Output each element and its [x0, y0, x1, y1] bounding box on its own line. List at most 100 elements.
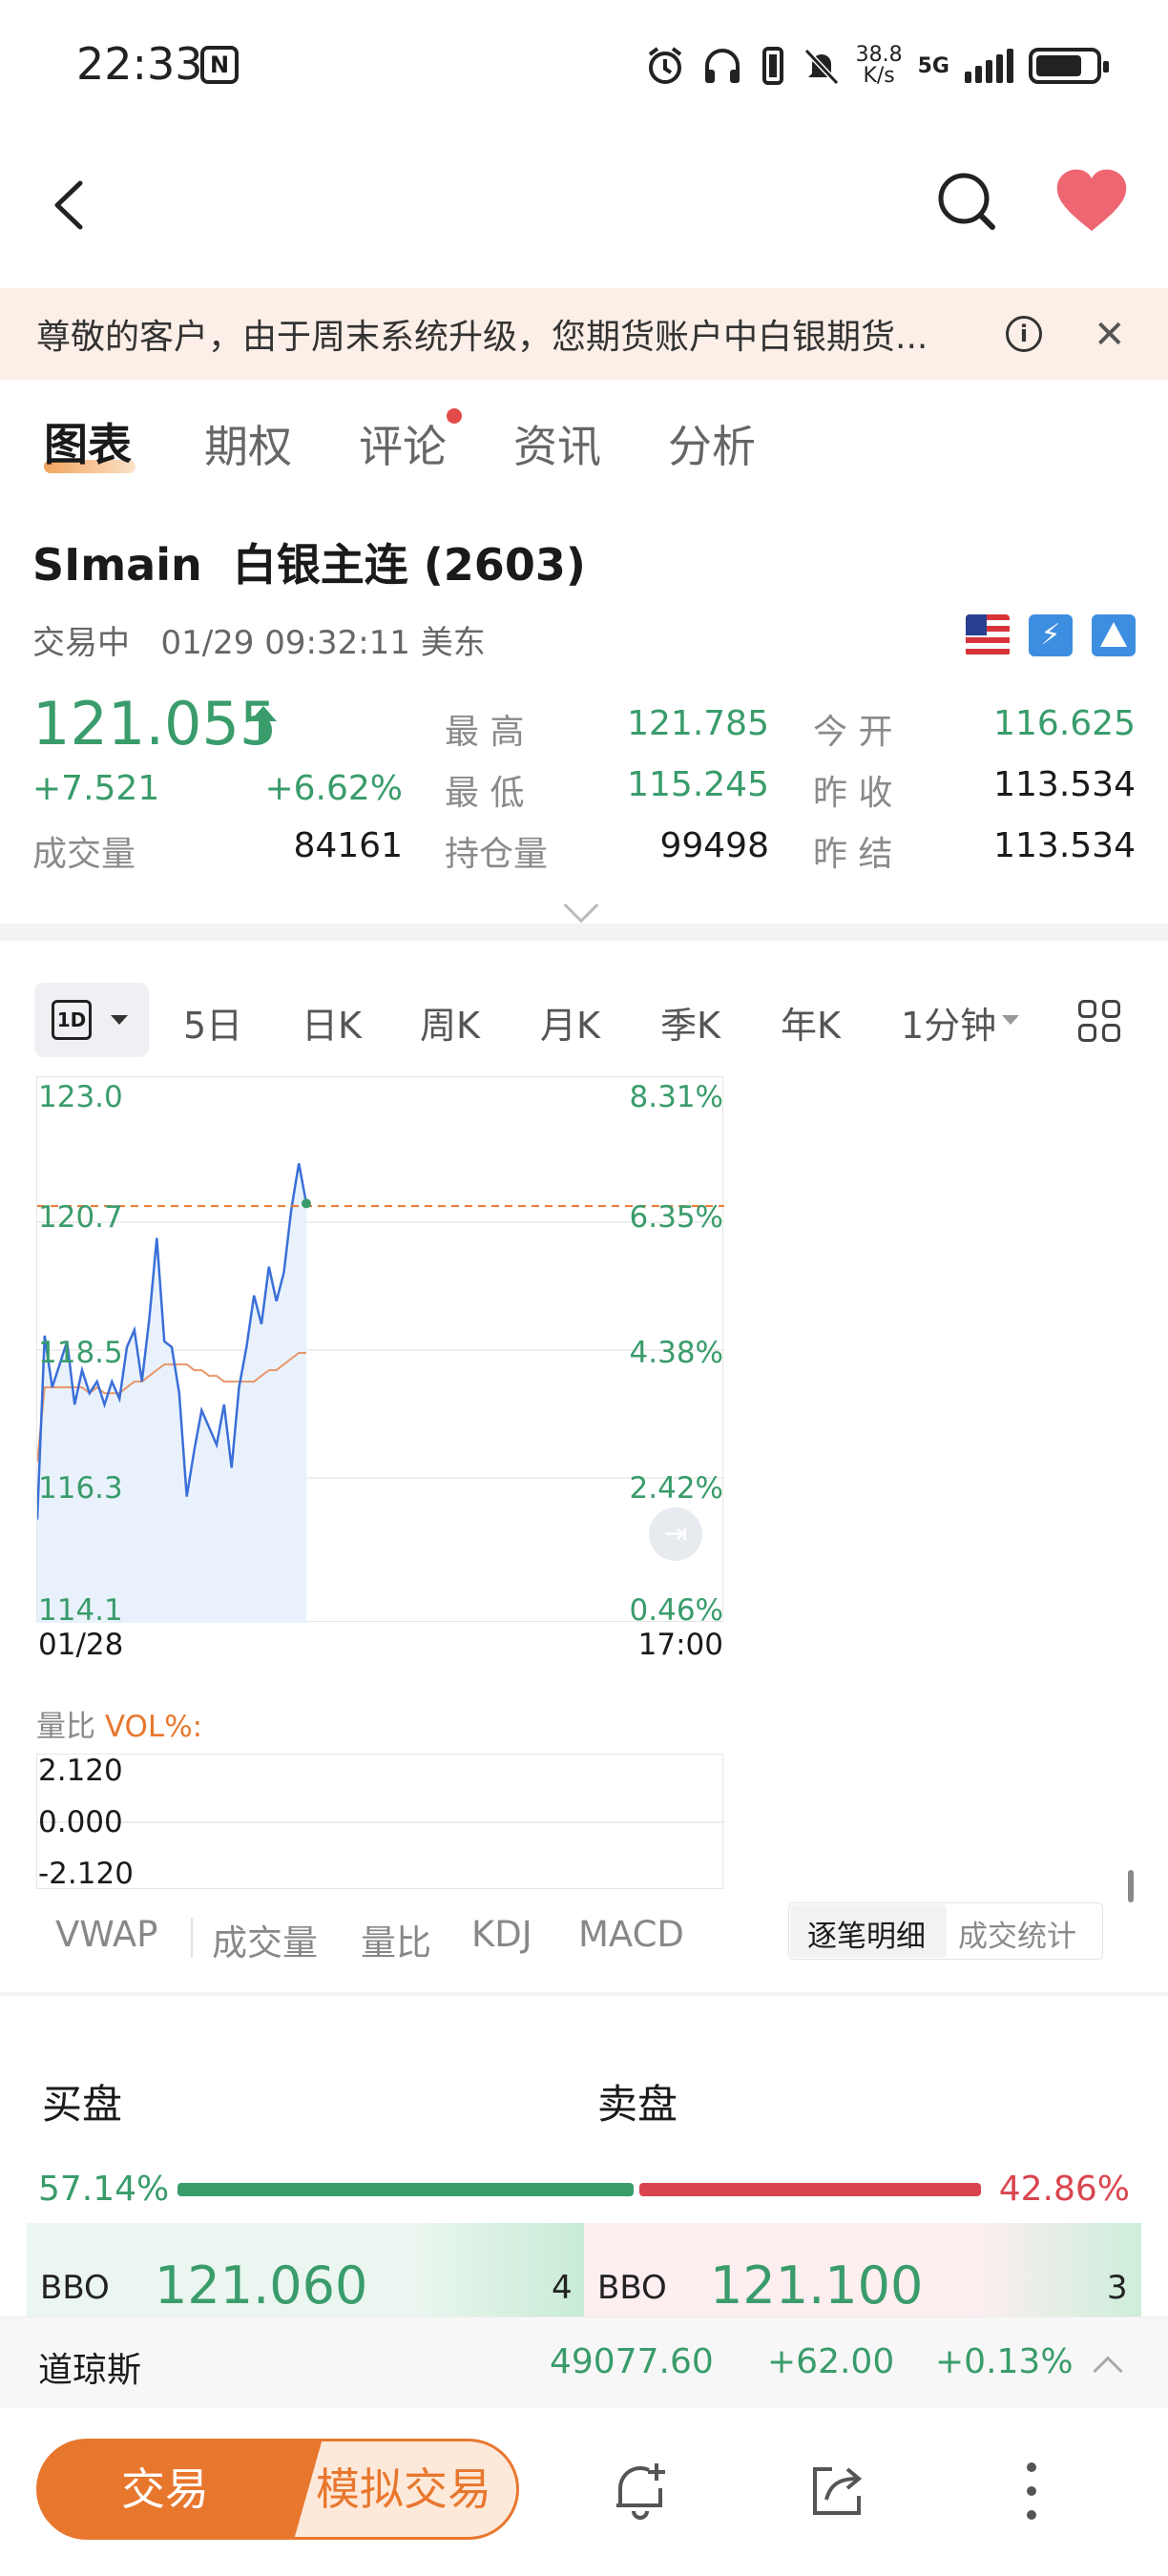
trade-ticks-list[interactable]: 09:32121.125109:32121.115209:32121.11010…	[750, 1067, 1132, 1887]
open-interest-label: 持仓量	[445, 835, 549, 874]
mute-icon	[803, 48, 839, 86]
high-value: 121.785	[627, 704, 769, 743]
headphones-icon	[704, 49, 740, 83]
indicator-volume[interactable]: 成交量	[212, 1914, 318, 1965]
scrollbar[interactable]	[1128, 1870, 1134, 1902]
tab-trade-stats[interactable]: 成交统计	[958, 1912, 1076, 1955]
grid-layout-icon[interactable]	[1078, 1000, 1120, 1042]
bid-strength-bar	[177, 2183, 634, 2196]
high-label: 最 高	[445, 713, 525, 752]
index-change: +62.00	[767, 2342, 895, 2381]
network-speed: 38.8 K/s	[855, 43, 903, 88]
indicator-vwap[interactable]: VWAP	[55, 1914, 158, 1955]
nfc-icon: N	[200, 46, 239, 84]
vibrate-icon	[761, 47, 783, 85]
bid-bbo-label: BBO	[40, 2269, 110, 2307]
lightning-icon: ⚡	[1029, 614, 1073, 656]
index-ticker[interactable]: 道琼斯 49077.60 +62.00 +0.13%	[0, 2316, 1168, 2408]
status-icons: 38.8 K/s 5G	[644, 42, 1109, 90]
prev-settle-value: 113.534	[993, 826, 1136, 865]
last-price-marker	[302, 1198, 311, 1209]
period-daily[interactable]: 日K	[302, 996, 362, 1049]
divider	[0, 924, 1168, 941]
low-label: 最 低	[445, 774, 525, 813]
trade-button[interactable]: 交易	[36, 2439, 323, 2540]
vol-tick-2: -2.120	[38, 1857, 134, 1891]
volume-value: 84161	[293, 826, 403, 865]
prev-close-label: 昨 收	[813, 774, 893, 813]
caret-down-icon	[1002, 1015, 1019, 1025]
ask-percent: 42.86%	[998, 2170, 1130, 2209]
expand-arrow-icon[interactable]: ⇥	[649, 1507, 702, 1561]
open-label: 今 开	[813, 713, 893, 752]
indicator-volume-ratio[interactable]: 量比	[361, 1914, 431, 1965]
open-value: 116.625	[993, 704, 1136, 743]
period-5d[interactable]: 5日	[183, 996, 242, 1049]
open-interest-value: 99498	[659, 826, 769, 865]
calendar-1d-icon: 1D	[52, 1000, 92, 1040]
arrow-up-icon	[250, 706, 277, 740]
volume-label: 成交量	[32, 835, 136, 874]
bell-plus-icon[interactable]	[607, 2458, 674, 2524]
tab-analysis[interactable]: 分析	[668, 412, 756, 475]
period-1d-selector[interactable]: 1D	[34, 983, 149, 1057]
status-bar: 22:33 N 38.8 K/s 5G	[0, 0, 1168, 134]
battery-icon	[1029, 48, 1109, 84]
period-monthly[interactable]: 月K	[540, 996, 600, 1049]
y-tick-right-0: 8.31%	[629, 1080, 723, 1114]
heart-icon[interactable]	[1053, 168, 1130, 235]
tab-chart[interactable]: 图表	[44, 410, 132, 473]
indicator-macd[interactable]: MACD	[578, 1914, 684, 1955]
more-vertical-icon[interactable]	[1017, 2458, 1046, 2524]
interval-selector[interactable]: 1分钟	[901, 996, 996, 1049]
search-icon[interactable]	[933, 168, 1000, 235]
ask-bbo-size: 3	[1107, 2269, 1128, 2307]
network-type: 5G	[917, 53, 949, 78]
index-value: 49077.60	[550, 2342, 714, 2381]
vol-tick-1: 0.000	[38, 1805, 123, 1839]
volume-grid	[37, 1821, 724, 1823]
period-weekly[interactable]: 周K	[420, 996, 480, 1049]
tab-options[interactable]: 期权	[204, 412, 292, 475]
notification-dot	[447, 408, 462, 424]
notice-banner[interactable]: 尊敬的客户，由于周末系统升级，您期货账户中白银期货...	[0, 288, 1168, 380]
index-change-percent: +0.13%	[935, 2342, 1074, 2381]
period-yearly[interactable]: 年K	[781, 996, 841, 1049]
prev-close-value: 113.534	[993, 765, 1136, 804]
prev-settle-label: 昨 结	[813, 835, 893, 874]
y-tick-left-3: 116.3	[38, 1471, 123, 1506]
y-tick-right-1: 6.35%	[629, 1200, 723, 1235]
x-tick-start: 01/28	[38, 1628, 124, 1662]
tab-tick-detail[interactable]: 逐笔明细	[807, 1912, 926, 1955]
chevron-down-icon[interactable]	[563, 887, 599, 924]
divider	[0, 1992, 1168, 1996]
caret-down-icon	[111, 1015, 128, 1025]
share-icon[interactable]	[803, 2458, 870, 2524]
last-price: 121.055	[32, 689, 278, 758]
tab-news[interactable]: 资讯	[513, 412, 601, 475]
y-tick-left-0: 123.0	[38, 1080, 123, 1114]
change-value: +7.521	[32, 769, 160, 808]
indicator-kdj[interactable]: KDJ	[471, 1914, 532, 1955]
divider	[191, 1918, 193, 1958]
y-tick-left-1: 120.7	[38, 1200, 123, 1235]
volume-ratio-chart[interactable]	[36, 1754, 724, 1889]
bid-percent: 57.14%	[38, 2170, 170, 2209]
index-name: 道琼斯	[38, 2351, 142, 2390]
close-icon[interactable]: ✕	[1094, 316, 1126, 354]
y-tick-right-2: 4.38%	[629, 1336, 723, 1370]
low-value: 115.245	[627, 765, 769, 804]
bid-bbo-price: 121.060	[155, 2255, 368, 2316]
tab-comments[interactable]: 评论	[359, 412, 447, 475]
clock: 22:33	[76, 38, 203, 90]
volume-ratio-title: 量比 VOL%:	[36, 1710, 203, 1744]
ask-bbo-label: BBO	[597, 2269, 667, 2307]
back-icon[interactable]	[38, 172, 105, 239]
us-flag-icon	[966, 614, 1010, 656]
ask-strength-bar	[639, 2183, 981, 2196]
alarm-icon	[648, 47, 681, 84]
info-icon[interactable]: i	[1006, 316, 1042, 352]
period-quarterly[interactable]: 季K	[660, 996, 720, 1049]
y-tick-left-4: 114.1	[38, 1593, 123, 1628]
trading-status: 交易中 01/29 09:32:11 美东	[32, 624, 486, 662]
